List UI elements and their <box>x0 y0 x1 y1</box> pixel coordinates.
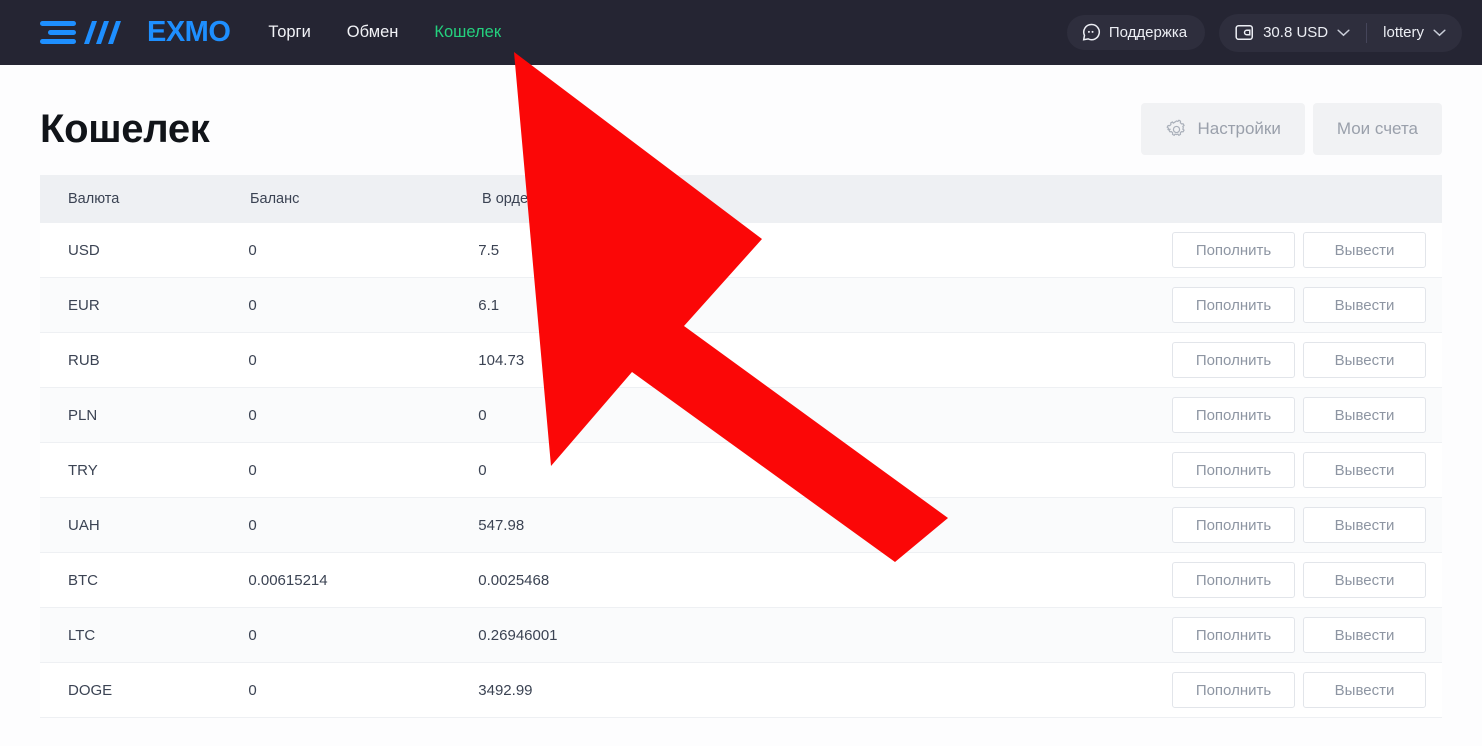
cell-balance: 0 <box>248 351 257 369</box>
balance-dropdown[interactable]: 30.8 USD <box>1219 14 1366 52</box>
exmo-logo[interactable]: EXMO <box>40 16 231 48</box>
cell-in-orders: 0 <box>478 406 487 424</box>
header-right-group: Поддержка 30.8 USD lottery <box>1066 13 1462 52</box>
my-accounts-button[interactable]: Мои счета <box>1312 103 1442 155</box>
cell-in-orders: 0.0025468 <box>478 571 550 589</box>
withdraw-button[interactable]: Вывести <box>1303 397 1426 433</box>
page-header-actions: Настройки Мои счета <box>1140 103 1442 155</box>
my-accounts-button-label: Мои счета <box>1336 119 1418 138</box>
row-actions: Пополнить Вывести <box>1172 397 1442 433</box>
support-button-label: Поддержка <box>1108 24 1188 41</box>
table-row: USD 0 7.5 Пополнить Вывести <box>40 223 1442 278</box>
cell-currency: LTC <box>68 626 96 644</box>
chevron-down-icon <box>1433 28 1446 36</box>
row-actions: Пополнить Вывести <box>1172 287 1442 323</box>
deposit-button[interactable]: Пополнить <box>1172 562 1295 598</box>
settings-button-label: Настройки <box>1197 119 1281 138</box>
support-button[interactable]: Поддержка <box>1066 15 1206 50</box>
withdraw-button[interactable]: Вывести <box>1303 507 1426 543</box>
nav-item-exchange[interactable]: Обмен <box>347 23 399 42</box>
exmo-bars-logo-icon <box>40 20 121 44</box>
withdraw-button[interactable]: Вывести <box>1303 672 1426 708</box>
support-chat-icon <box>1082 23 1100 41</box>
table-body: USD 0 7.5 Пополнить Вывести EUR 0 6.1 Пополнить В… <box>40 223 1442 718</box>
user-menu-label: lottery <box>1383 24 1424 41</box>
row-actions: Пополнить Вывести <box>1172 342 1442 378</box>
chevron-down-icon <box>1337 28 1350 36</box>
table-row: PLN 0 0 Пополнить Вывести <box>40 388 1442 443</box>
cell-balance: 0 <box>248 461 257 479</box>
row-actions: Пополнить Вывести <box>1172 232 1442 268</box>
cell-balance: 0 <box>248 626 257 644</box>
table-row: TRY 0 0 Пополнить Вывести <box>40 443 1442 498</box>
withdraw-button[interactable]: Вывести <box>1303 342 1426 378</box>
wallet-balances-table: Валюта Баланс В ордерах USD 0 7.5 Пополнить… <box>40 175 1442 718</box>
cell-currency: BTC <box>68 571 98 589</box>
cell-currency: USD <box>68 241 100 259</box>
deposit-button[interactable]: Пополнить <box>1172 397 1295 433</box>
table-row: LTC 0 0.26946001 Пополнить Вывести <box>40 608 1442 663</box>
row-actions: Пополнить Вывести <box>1172 452 1442 488</box>
cell-balance: 0.00615214 <box>248 571 328 589</box>
deposit-button[interactable]: Пополнить <box>1172 287 1295 323</box>
cell-balance: 0 <box>248 296 257 314</box>
wallet-page: Кошелек Настройки Мои счета Валюта Балан… <box>0 65 1482 718</box>
deposit-button[interactable]: Пополнить <box>1172 617 1295 653</box>
table-row: DOGE 0 3492.99 Пополнить Вывести <box>40 663 1442 718</box>
table-header-row: Валюта Баланс В ордерах <box>40 175 1442 223</box>
table-row: UAH 0 547.98 Пополнить Вывести <box>40 498 1442 553</box>
cell-currency: TRY <box>68 461 98 479</box>
balance-amount: 30.8 USD <box>1263 24 1329 41</box>
withdraw-button[interactable]: Вывести <box>1303 452 1426 488</box>
row-actions: Пополнить Вывести <box>1172 507 1442 543</box>
cell-currency: UAH <box>68 516 100 534</box>
column-header-currency: Валюта <box>68 191 120 207</box>
deposit-button[interactable]: Пополнить <box>1172 452 1295 488</box>
table-row: RUB 0 104.73 Пополнить Вывести <box>40 333 1442 388</box>
deposit-button[interactable]: Пополнить <box>1172 232 1295 268</box>
cell-in-orders: 3492.99 <box>478 681 533 699</box>
cell-balance: 0 <box>248 406 257 424</box>
cell-currency: EUR <box>68 296 100 314</box>
main-nav: Торги Обмен Кошелек <box>268 23 501 42</box>
cell-currency: PLN <box>68 406 98 424</box>
cell-in-orders: 104.73 <box>478 351 525 369</box>
cell-balance: 0 <box>248 681 257 699</box>
withdraw-button[interactable]: Вывести <box>1303 562 1426 598</box>
cell-in-orders: 0.26946001 <box>478 626 558 644</box>
wallet-icon <box>1235 24 1254 41</box>
cell-balance: 0 <box>248 241 257 259</box>
page-header: Кошелек Настройки Мои счета <box>40 65 1442 175</box>
cell-currency: RUB <box>68 351 100 369</box>
deposit-button[interactable]: Пополнить <box>1172 342 1295 378</box>
cell-in-orders: 7.5 <box>478 241 500 259</box>
deposit-button[interactable]: Пополнить <box>1172 672 1295 708</box>
withdraw-button[interactable]: Вывести <box>1303 617 1426 653</box>
gear-icon <box>1166 119 1185 136</box>
cell-in-orders: 547.98 <box>478 516 525 534</box>
cell-in-orders: 6.1 <box>478 296 500 314</box>
cell-currency: DOGE <box>68 681 113 699</box>
cell-in-orders: 0 <box>478 461 487 479</box>
page-title: Кошелек <box>40 106 210 151</box>
nav-item-trades[interactable]: Торги <box>268 23 310 42</box>
settings-button[interactable]: Настройки <box>1140 103 1305 155</box>
top-navigation-bar: EXMO Торги Обмен Кошелек Поддержка 30.8 … <box>0 0 1482 65</box>
row-actions: Пополнить Вывести <box>1172 672 1442 708</box>
table-row: BTC 0.00615214 0.0025468 Пополнить Вывести <box>40 553 1442 608</box>
row-actions: Пополнить Вывести <box>1172 617 1442 653</box>
deposit-button[interactable]: Пополнить <box>1172 507 1295 543</box>
cell-balance: 0 <box>248 516 257 534</box>
account-group: 30.8 USD lottery <box>1219 13 1462 52</box>
withdraw-button[interactable]: Вывести <box>1303 287 1426 323</box>
nav-item-wallet[interactable]: Кошелек <box>434 23 501 42</box>
column-header-balance: Баланс <box>250 191 300 207</box>
column-header-in-orders: В ордерах <box>482 191 552 207</box>
table-row: EUR 0 6.1 Пополнить Вывести <box>40 278 1442 333</box>
row-actions: Пополнить Вывести <box>1172 562 1442 598</box>
user-menu[interactable]: lottery <box>1367 14 1462 52</box>
withdraw-button[interactable]: Вывести <box>1303 232 1426 268</box>
exmo-logo-text: EXMO <box>147 16 231 48</box>
